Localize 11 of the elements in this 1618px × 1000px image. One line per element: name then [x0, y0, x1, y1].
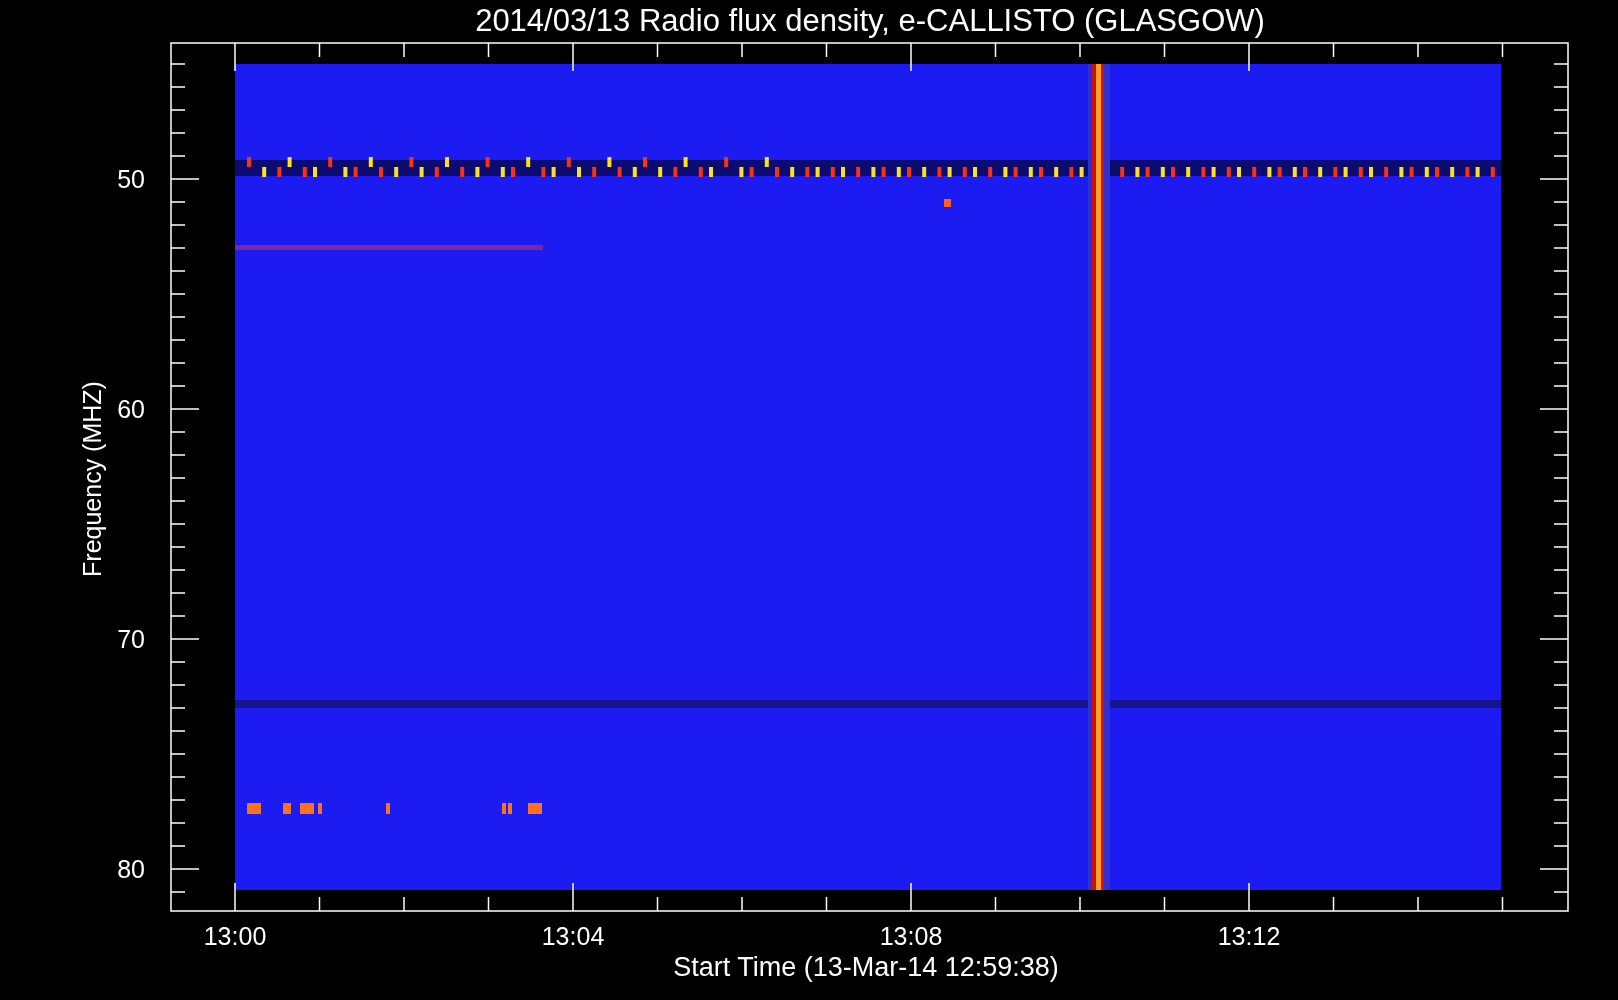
y-axis-label: Frequency (MHZ)	[78, 381, 106, 577]
x-tick-label: 13:12	[1217, 922, 1281, 950]
y-tick-label: 50	[117, 165, 145, 193]
x-tick-label: 13:04	[541, 922, 605, 950]
y-tick-label: 60	[117, 395, 145, 423]
y-tick-label: 80	[117, 855, 145, 883]
x-tick-label: 13:00	[203, 922, 267, 950]
x-tick-label: 13:08	[879, 922, 943, 950]
x-axis-label: Start Time (13-Mar-14 12:59:38)	[673, 952, 1059, 982]
y-tick-label: 70	[117, 625, 145, 653]
chart-title: 2014/03/13 Radio flux density, e-CALLISTO (GLASGOW)	[475, 3, 1265, 38]
